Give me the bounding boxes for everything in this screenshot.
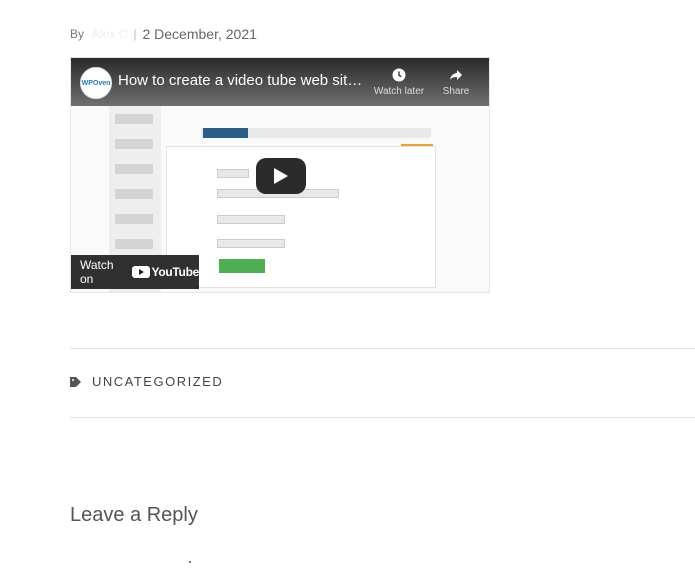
divider-top	[70, 348, 695, 349]
author-link[interactable]: Alex C	[92, 27, 127, 41]
meta-separator: |	[133, 27, 137, 41]
watch-later-label: Watch later	[373, 86, 425, 97]
video-embed[interactable]: WPOven How to create a video tube web si…	[70, 57, 490, 293]
watch-on-youtube-button[interactable]: Watch on YouTube	[71, 255, 199, 289]
category-link[interactable]: UNCATEGORIZED	[92, 374, 223, 389]
divider-bottom	[70, 417, 695, 418]
watch-later-button[interactable]: Watch later	[369, 68, 429, 97]
youtube-logo-icon	[131, 266, 150, 278]
share-label: Share	[442, 86, 470, 97]
share-icon	[450, 70, 462, 80]
tag-icon	[70, 376, 81, 387]
decorative-dot	[189, 561, 191, 563]
clock-icon	[392, 68, 406, 82]
channel-logo[interactable]: WPOven	[80, 67, 112, 99]
post-meta: By Alex C | 2 December, 2021	[70, 26, 257, 42]
comments-heading: Leave a Reply	[70, 504, 198, 526]
play-button[interactable]	[256, 158, 306, 194]
post-date: 2 December, 2021	[142, 26, 257, 42]
youtube-brand: YouTube	[131, 265, 200, 279]
video-title[interactable]: How to create a video tube web site usi.…	[118, 72, 368, 89]
by-label: By	[70, 27, 85, 41]
watch-on-label: Watch on	[80, 258, 114, 286]
play-icon	[274, 168, 288, 184]
share-button[interactable]: Share	[441, 68, 471, 97]
youtube-label: YouTube	[151, 265, 200, 279]
post-categories: UNCATEGORIZED	[70, 374, 223, 389]
